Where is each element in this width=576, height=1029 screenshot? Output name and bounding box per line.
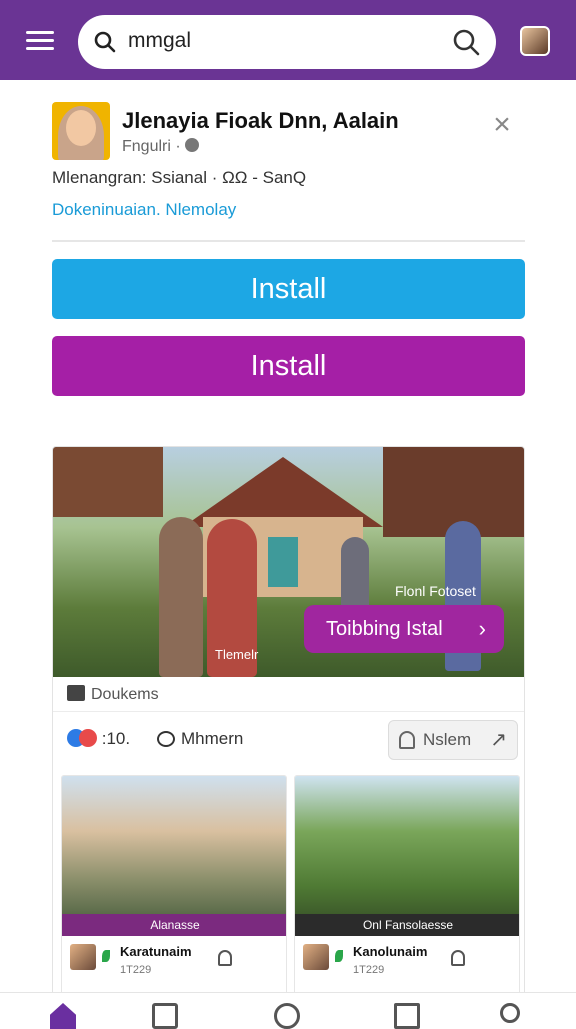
- love-reaction-icon: [79, 729, 97, 747]
- tile-image: [295, 776, 519, 914]
- hamburger-icon[interactable]: [26, 31, 54, 51]
- share-button[interactable]: Nslem ↗: [388, 720, 518, 760]
- tile-avatar: [303, 944, 329, 970]
- hero-label: Tlemelr: [215, 647, 259, 662]
- source-icon: [67, 685, 85, 701]
- search-bar[interactable]: mmgal: [78, 15, 496, 69]
- search-icon: [94, 31, 116, 53]
- post-source[interactable]: Doukems: [67, 685, 159, 704]
- top-app-bar: mmgal: [0, 0, 576, 80]
- related-tile[interactable]: Alanasse Karatunaim 1T229: [61, 775, 287, 995]
- globe-icon: [184, 138, 199, 152]
- search-input[interactable]: mmgal: [128, 29, 191, 53]
- cta-label: Toibbing Istal: [326, 618, 443, 640]
- tile-time: 1T229: [120, 964, 152, 976]
- close-icon[interactable]: ×: [490, 110, 514, 140]
- profile-avatar: [52, 102, 110, 160]
- tile-time: 1T229: [353, 964, 385, 976]
- install-button-primary[interactable]: Install: [52, 259, 525, 319]
- tile-image: [62, 776, 286, 914]
- post-card: Tlemelr Flonl Fotoset Toibbing Istal › D…: [52, 446, 525, 1006]
- related-tile[interactable]: Onl Fansolaesse Kanolunaim 1T229: [294, 775, 520, 995]
- leaf-icon: [335, 950, 343, 962]
- post-cta-button[interactable]: Toibbing Istal ›: [304, 605, 504, 653]
- search-submit-icon[interactable]: [452, 28, 480, 56]
- install-button-secondary[interactable]: Install: [52, 336, 525, 396]
- share-label: Nslem: [423, 730, 472, 749]
- tile-title: Karatunaim: [120, 944, 192, 959]
- profile-link[interactable]: Dokeninuaian. Nlemolay: [52, 200, 236, 220]
- reaction-count: :10.: [101, 729, 131, 748]
- bell-icon: [399, 731, 415, 749]
- create-icon[interactable]: [274, 1003, 300, 1029]
- chevron-right-icon: ›: [478, 616, 486, 641]
- pages-icon[interactable]: [152, 1003, 178, 1029]
- tile-avatar: [70, 944, 96, 970]
- user-avatar[interactable]: [520, 26, 550, 56]
- tile-title: Kanolunaim: [353, 944, 428, 959]
- comment-button[interactable]: Mhmern: [157, 729, 243, 749]
- bell-icon[interactable]: [451, 950, 465, 966]
- profile-sub-text: Fngulri ·: [122, 138, 181, 155]
- people-icon[interactable]: [500, 1003, 520, 1023]
- library-icon[interactable]: [394, 1003, 420, 1029]
- bottom-navigation: [0, 992, 576, 1029]
- home-icon[interactable]: [50, 1003, 76, 1029]
- source-label: Doukems: [91, 686, 159, 703]
- comment-label: Mhmern: [181, 729, 244, 748]
- reactions[interactable]: :10.: [67, 729, 130, 749]
- tile-caption: Alanasse: [62, 914, 286, 936]
- divider: [52, 240, 525, 242]
- post-hero-image[interactable]: Tlemelr Flonl Fotoset Toibbing Istal ›: [53, 447, 524, 677]
- leaf-icon: [102, 950, 110, 962]
- bell-icon[interactable]: [218, 950, 232, 966]
- divider: [53, 711, 524, 712]
- tile-caption: Onl Fansolaesse: [295, 914, 519, 936]
- profile-name: Jlenayia Fioak Dnn, Aalain: [122, 108, 399, 133]
- comment-icon: [157, 731, 175, 747]
- hero-overlay-text: Flonl Fotoset: [395, 583, 476, 599]
- share-arrow-icon: ↗: [490, 729, 507, 751]
- profile-subtitle: Fngulri ·: [122, 138, 199, 156]
- profile-meta: Mlenangran: Ssianal · ΩΩ - SanQ: [52, 168, 307, 187]
